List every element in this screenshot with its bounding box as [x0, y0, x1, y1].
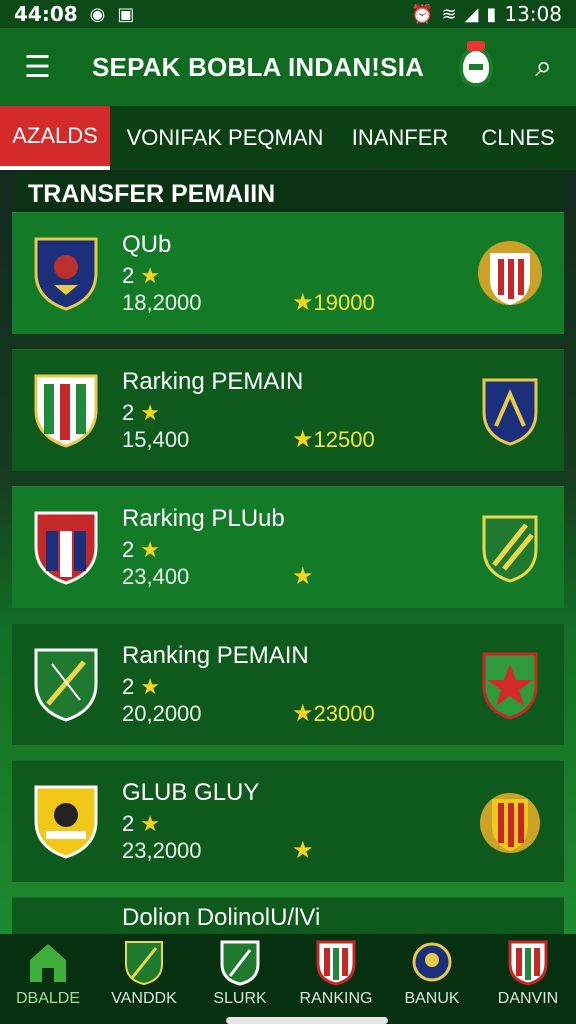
tab-clnes[interactable]: CLNES	[460, 106, 576, 170]
section-title: TRANSFER PEMAIIN	[14, 172, 562, 212]
star-icon: ★	[140, 811, 160, 836]
club-crest-icon	[482, 652, 538, 720]
player-value: 18,2000	[122, 290, 202, 315]
star-icon: ★	[140, 400, 160, 425]
crest-icon	[508, 940, 548, 986]
star-icon: ★	[140, 263, 160, 288]
rank-stars: 2 ★	[122, 537, 160, 562]
rank-stars: 2 ★	[122, 674, 160, 699]
bottom-nav: DBALDE VANDDK SLURK RANKING BANUK DANVIN	[0, 934, 576, 1024]
status-time: 44:08	[14, 2, 78, 26]
star-icon: ★	[292, 426, 314, 453]
nav-label: DBALDE	[15, 990, 81, 1007]
list-item[interactable]: Ranking PEMAIN 2 ★ 20,2000 ★23000	[12, 623, 564, 745]
club-name: GLUB GLUY	[122, 779, 260, 806]
tab-vonifak-peqman[interactable]: VONIFAK PEQMAN	[110, 106, 340, 170]
rank-stars: 2 ★	[122, 811, 160, 836]
signal-icon: ◢	[464, 3, 479, 25]
club-crest-icon	[34, 237, 98, 311]
crest-icon	[125, 941, 163, 986]
star-icon: ★	[140, 674, 160, 699]
search-icon[interactable]: ⌕	[535, 50, 552, 84]
nav-item-banuk[interactable]: BANUK	[384, 934, 480, 1024]
player-value: 20,2000	[122, 701, 202, 726]
wifi-icon: ≋	[441, 3, 457, 25]
club-crest-icon	[34, 374, 98, 448]
club-crest-icon	[482, 378, 538, 446]
image-icon: ▣	[117, 3, 135, 25]
club-crest-icon	[482, 515, 538, 583]
club-crest-icon	[34, 511, 98, 585]
nav-label: VANDDK	[111, 990, 177, 1007]
app-bar: ☰ SEPAK BOBLA INDAN!SIA ⌕	[0, 28, 576, 106]
status-bar: 44:08 ◉ ▣ ⏰ ≋ ◢ ▮ 13:08	[0, 0, 576, 28]
nav-item-vanddk[interactable]: VANDDK	[96, 934, 192, 1024]
crest-icon	[220, 940, 260, 986]
list-item[interactable]: GLUB GLUY 2 ★ 23,2000 ★	[12, 760, 564, 882]
crest-icon	[316, 940, 356, 986]
club-crest-icon	[478, 241, 542, 305]
app-title: SEPAK BOBLA INDAN!SIA	[92, 51, 425, 82]
menu-icon[interactable]: ☰	[24, 50, 64, 85]
status-clock-right: 13:08	[504, 2, 562, 26]
rank-stars: 2 ★	[122, 263, 160, 288]
nav-item-danvin[interactable]: DANVIN	[480, 934, 576, 1024]
battery-icon: ▮	[486, 3, 497, 25]
nav-label: SLURK	[213, 990, 267, 1007]
list-item[interactable]: Rarking PEMAIN 2 ★ 15,400 ★12500	[12, 349, 564, 471]
nav-item-slurk[interactable]: SLURK	[192, 934, 288, 1024]
points-label: ★	[292, 836, 314, 865]
player-list: QUb 2 ★ 18,2000 ★19000 Rarking PEMAIN 2 ★ …	[12, 212, 564, 952]
app-notification-icon: ◉	[89, 3, 106, 25]
points-label: ★12500	[292, 426, 375, 453]
home-icon	[30, 944, 66, 982]
list-item[interactable]: Dolion DolinolU/lVi	[12, 897, 564, 937]
tab-azalds[interactable]: AZALDS	[0, 106, 110, 170]
nav-item-dbalde[interactable]: DBALDE	[0, 934, 96, 1024]
tab-inanfer[interactable]: INANFER	[340, 106, 460, 170]
list-item[interactable]: Rarking PLUub 2 ★ 23,400 ★	[12, 486, 564, 608]
rank-stars: 2 ★	[122, 400, 160, 425]
nav-item-ranking[interactable]: RANKING	[288, 934, 384, 1024]
alarm-icon: ⏰	[411, 3, 434, 25]
star-icon: ★	[292, 563, 314, 590]
player-name: Rarking PEMAIN	[122, 368, 304, 395]
tab-bar: AZALDS VONIFAK PEQMAN INANFER CLNES	[0, 106, 576, 170]
points-label: ★	[292, 562, 314, 591]
star-icon: ★	[292, 289, 314, 316]
player-value: 23,2000	[122, 838, 202, 863]
crest-icon	[412, 942, 452, 982]
club-name: QUb	[122, 231, 172, 258]
player-name: Ranking PEMAIN	[122, 642, 309, 669]
team-badge-icon[interactable]	[459, 41, 494, 87]
nav-label: BANUK	[404, 990, 460, 1007]
points-label: ★19000	[292, 289, 375, 316]
star-icon: ★	[140, 537, 160, 562]
nav-label: DANVIN	[497, 990, 559, 1007]
player-value: 23,400	[122, 564, 190, 589]
list-item[interactable]: QUb 2 ★ 18,2000 ★19000	[12, 212, 564, 334]
player-name: Dolion DolinolU/lVi	[122, 904, 321, 931]
club-name: Rarking PLUub	[122, 505, 285, 532]
player-value: 15,400	[122, 427, 190, 452]
points-label: ★23000	[292, 700, 375, 727]
star-icon: ★	[292, 700, 314, 727]
star-icon: ★	[292, 837, 314, 864]
club-crest-icon	[34, 785, 98, 859]
club-crest-icon	[34, 648, 98, 722]
club-crest-icon	[480, 793, 540, 853]
home-indicator[interactable]	[226, 1017, 388, 1024]
nav-label: RANKING	[299, 990, 373, 1007]
